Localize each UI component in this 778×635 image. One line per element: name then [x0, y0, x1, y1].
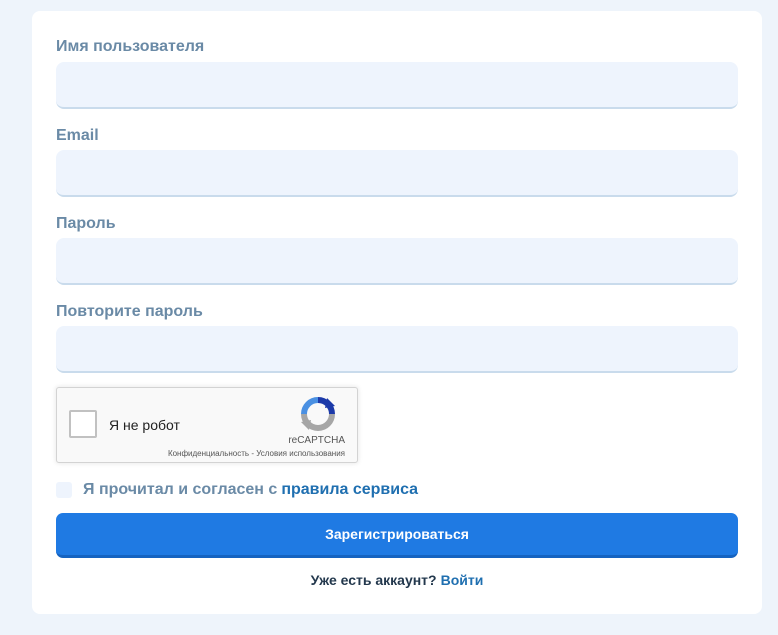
- login-row: Уже есть аккаунт? Войти: [32, 572, 762, 588]
- recaptcha-links: Конфиденциальность - Условия использован…: [168, 449, 345, 458]
- password-input[interactable]: [56, 238, 738, 285]
- email-input[interactable]: [56, 150, 738, 197]
- email-label: Email: [56, 127, 99, 144]
- recaptcha-logo-icon: [301, 397, 335, 431]
- service-rules-link[interactable]: правила сервиса: [281, 481, 418, 499]
- recaptcha-brand: reCAPTCHA: [288, 435, 345, 446]
- password-repeat-label: Повторите пароль: [56, 303, 203, 320]
- password-label: Пароль: [56, 215, 116, 232]
- have-account-text: Уже есть аккаунт?: [310, 572, 437, 588]
- agreement-row: Я прочитал и согласен с правила сервиса: [56, 480, 418, 500]
- recaptcha-label: Я не робот: [109, 417, 180, 433]
- login-link[interactable]: Войти: [441, 572, 484, 588]
- recaptcha-terms-link[interactable]: Условия использования: [256, 449, 345, 458]
- recaptcha-widget: Я не робот reCAPTCHA Конфиденциальность …: [56, 387, 358, 463]
- username-label: Имя пользователя: [56, 38, 205, 55]
- recaptcha-checkbox[interactable]: [69, 410, 97, 438]
- register-button[interactable]: Зарегистрироваться: [56, 513, 738, 558]
- registration-card: Имя пользователя Email Пароль Повторите …: [32, 11, 762, 614]
- recaptcha-privacy-link[interactable]: Конфиденциальность: [168, 449, 249, 458]
- agreement-text: Я прочитал и согласен с: [83, 481, 278, 498]
- username-input[interactable]: [56, 62, 738, 109]
- agreement-checkbox[interactable]: [56, 482, 72, 498]
- password-repeat-input[interactable]: [56, 326, 738, 373]
